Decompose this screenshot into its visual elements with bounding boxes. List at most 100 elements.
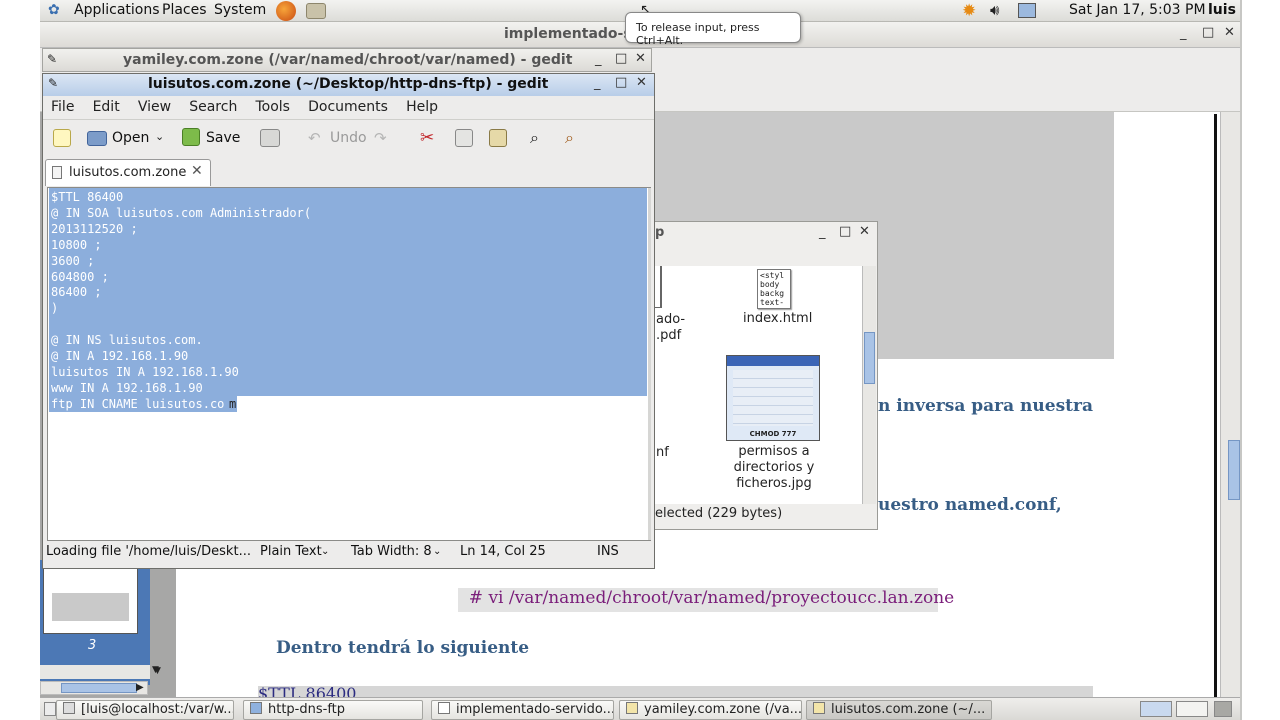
cut-icon[interactable]: ✂	[420, 128, 434, 148]
network-icon[interactable]	[1018, 3, 1036, 18]
thumb-hscroll-thumb[interactable]	[61, 683, 137, 693]
undo-button[interactable]: Undo	[330, 130, 367, 146]
scroll-right-arrow-icon[interactable]: ▶	[136, 682, 144, 693]
open-dropdown-chevron-down-icon[interactable]: ⌄	[155, 130, 164, 143]
menu-view[interactable]: View	[138, 99, 171, 115]
workspace-switcher-2[interactable]	[1176, 701, 1208, 717]
maximize-button[interactable]: □	[615, 75, 627, 90]
taskbar-item-folder[interactable]: http-dns-ftp	[243, 700, 423, 720]
copy-icon[interactable]	[455, 129, 473, 147]
thumb-body	[733, 370, 813, 426]
doc-command-text: # vi /var/named/chroot/var/named/proyect…	[458, 588, 955, 608]
vm-release-tooltip: To release input, press Ctrl+Alt.	[625, 12, 801, 47]
menu-documents[interactable]: Documents	[308, 99, 388, 115]
menu-help[interactable]: Help	[406, 99, 438, 115]
file-view-scrollbar[interactable]	[862, 266, 876, 504]
doc-text-line1: n inversa para nuestra	[878, 396, 1093, 416]
document-icon	[438, 702, 450, 714]
document-icon	[52, 166, 62, 179]
code-line: @ IN A 192.168.1.90	[51, 349, 189, 363]
divider	[43, 119, 654, 120]
minimize-button[interactable]: _	[594, 76, 601, 91]
places-menu[interactable]: Places	[162, 2, 207, 18]
doc-vertical-scrollbar[interactable]	[1220, 112, 1240, 697]
close-button[interactable]: ✕	[636, 75, 647, 90]
taskbar-label: luisutos.com.zone (~/...	[831, 702, 986, 717]
trash-icon[interactable]	[1214, 701, 1232, 717]
workspace-switcher[interactable]	[1140, 701, 1172, 717]
code-line: 604800 ;	[51, 269, 109, 284]
menu-edit[interactable]: Edit	[93, 99, 120, 115]
close-button[interactable]: ✕	[635, 51, 646, 66]
gedit-icon: ✎	[47, 52, 58, 66]
tab-width-selector[interactable]: Tab Width: 8	[351, 544, 432, 559]
gedit-title: luisutos.com.zone (~/Desktop/http-dns-ft…	[148, 76, 549, 92]
menu-search[interactable]: Search	[189, 99, 237, 115]
insert-mode: INS	[597, 544, 619, 559]
thumb-line: body	[760, 280, 780, 289]
mail-icon[interactable]	[306, 3, 326, 19]
new-document-icon[interactable]	[53, 129, 71, 147]
firefox-icon[interactable]	[276, 1, 296, 21]
file-name-fragment: nf	[656, 445, 669, 460]
scroll-thumb[interactable]	[864, 332, 875, 384]
doc-command-box: # vi /var/named/chroot/var/named/proyect…	[458, 588, 954, 612]
gedit-back-titlebar[interactable]: ✎ yamiley.com.zone (/var/named/chroot/va…	[42, 48, 652, 72]
taskbar-item-gedit-luisutos[interactable]: luisutos.com.zone (~/...	[806, 700, 992, 720]
menu-tools[interactable]: Tools	[255, 99, 290, 115]
maximize-button[interactable]: □	[1202, 25, 1214, 40]
html-file-icon[interactable]: <styl body backg text-	[757, 269, 791, 309]
search-binoculars-icon[interactable]: ⌕	[530, 128, 539, 148]
tab-luisutos[interactable]: luisutos.com.zone ✕	[45, 159, 211, 186]
file-name-permisos[interactable]: permisos a directorios y ficheros.jpg	[730, 444, 818, 492]
file-name-fragment: ado-	[656, 312, 686, 327]
doc-scroll-thumb[interactable]	[1228, 440, 1240, 500]
code-line: 86400 ;	[51, 285, 102, 300]
undo-icon[interactable]: ↶	[308, 129, 321, 147]
show-desktop-icon[interactable]	[44, 702, 56, 716]
terminal-icon	[63, 702, 75, 714]
tab-close-icon[interactable]: ✕	[191, 163, 203, 179]
gedit-icon: ✎	[48, 76, 59, 90]
image-file-thumbnail[interactable]: CHMOD 777	[726, 355, 820, 441]
maximize-button[interactable]: □	[615, 51, 627, 66]
bottom-taskbar: [luis@localhost:/var/w... http-dns-ftp i…	[40, 697, 1240, 720]
update-notifier-icon[interactable]: ✹	[962, 1, 976, 21]
save-icon[interactable]	[182, 128, 200, 146]
taskbar-item-terminal[interactable]: [luis@localhost:/var/w...	[56, 700, 234, 720]
language-chevron-down-icon[interactable]: ⌄	[321, 546, 329, 557]
paste-icon[interactable]	[489, 129, 507, 147]
redo-icon[interactable]: ↷	[374, 129, 387, 147]
minimize-button[interactable]: _	[1180, 26, 1187, 41]
open-button[interactable]: Open	[112, 130, 149, 146]
editor-scrollbar[interactable]	[648, 188, 651, 540]
thumb-vscroll[interactable]: ▼	[40, 665, 159, 679]
replace-icon[interactable]: ⌕	[565, 128, 574, 148]
code-line-tail: m	[229, 396, 237, 411]
menu-file[interactable]: File	[51, 99, 74, 115]
thumb-hscroll[interactable]	[40, 681, 148, 695]
applications-menu[interactable]: Applications	[74, 2, 160, 18]
open-folder-icon[interactable]	[87, 131, 107, 146]
volume-icon[interactable]: 🔊︎	[990, 1, 999, 19]
clock[interactable]: Sat Jan 17, 5:03 PM	[1069, 2, 1206, 18]
maximize-button[interactable]: □	[839, 224, 851, 239]
close-button[interactable]: ✕	[859, 224, 870, 239]
file-name-index[interactable]: index.html	[743, 311, 812, 326]
page-number: 3	[88, 638, 97, 653]
taskbar-item-gedit-yamiley[interactable]: yamiley.com.zone (/va...	[619, 700, 802, 720]
close-button[interactable]: ✕	[1224, 25, 1235, 40]
page-thumbnail[interactable]	[43, 568, 138, 634]
tab-width-chevron-down-icon[interactable]: ⌄	[433, 546, 441, 557]
code-line: @ IN NS luisutos.com.	[51, 333, 203, 348]
minimize-button[interactable]: _	[819, 225, 826, 240]
user-menu[interactable]: luis	[1208, 2, 1236, 18]
taskbar-item-document[interactable]: implementado-servido...	[431, 700, 614, 720]
system-menu[interactable]: System	[214, 2, 266, 18]
print-icon[interactable]	[260, 129, 280, 147]
minimize-button[interactable]: _	[595, 52, 602, 67]
scroll-down-arrow-icon[interactable]: ▼	[154, 666, 161, 676]
language-selector[interactable]: Plain Text	[260, 544, 322, 559]
save-button[interactable]: Save	[206, 130, 240, 146]
gedit-titlebar[interactable]: ✎ luisutos.com.zone (~/Desktop/http-dns-…	[43, 74, 654, 96]
